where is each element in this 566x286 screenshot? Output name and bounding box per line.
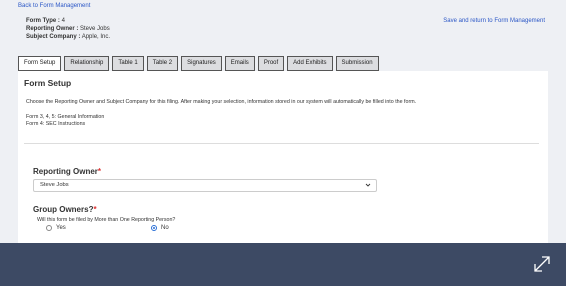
tab-submission[interactable]: Submission: [335, 56, 379, 71]
form-type-key: Form Type :: [26, 18, 60, 24]
sec-instructions-link[interactable]: Form 4: SEC Instructions: [26, 121, 104, 128]
save-and-return-link[interactable]: Save and return to Form Management: [443, 18, 545, 24]
radio-no-label: No: [161, 225, 169, 231]
subject-company-key: Subject Company :: [26, 34, 81, 40]
divider: [24, 143, 539, 144]
form-meta: Form Type : 4 Reporting Owner : Steve Jo…: [26, 17, 110, 41]
tab-signatures[interactable]: Signatures: [181, 56, 222, 71]
reporting-owner-select-value: Steve Jobs: [40, 182, 69, 188]
expand-icon[interactable]: [532, 254, 552, 274]
tab-table-1[interactable]: Table 1: [112, 56, 144, 71]
reporting-owner-label: Reporting Owner*: [33, 167, 101, 176]
chevron-down-icon: [365, 180, 371, 196]
reporting-owner-value: Steve Jobs: [80, 26, 110, 32]
back-to-form-management-link[interactable]: Back to Form Management: [18, 3, 90, 9]
subject-company-line: Subject Company : Apple, Inc.: [26, 33, 110, 41]
form-setup-panel: Form Setup Choose the Reporting Owner an…: [18, 71, 548, 246]
panel-title: Form Setup: [24, 78, 72, 88]
required-marker: *: [93, 205, 97, 214]
reporting-owner-key: Reporting Owner :: [26, 26, 79, 32]
reporting-owner-select[interactable]: Steve Jobs: [33, 179, 377, 192]
tab-emails[interactable]: Emails: [224, 56, 255, 71]
radio-no-indicator[interactable]: [151, 225, 157, 231]
form-tabs: Form Setup Relationship Table 1 Table 2 …: [18, 56, 379, 71]
radio-yes[interactable]: Yes: [46, 225, 66, 231]
required-marker: *: [97, 167, 102, 176]
reporting-owner-label-text: Reporting Owner: [33, 167, 98, 176]
radio-no[interactable]: No: [151, 225, 169, 231]
group-owners-label-text: Group Owners?: [33, 205, 94, 214]
form-type-line: Form Type : 4: [26, 17, 110, 25]
subject-company-value: Apple, Inc.: [81, 34, 111, 40]
tab-relationship[interactable]: Relationship: [64, 56, 110, 71]
reporting-owner-line: Reporting Owner : Steve Jobs: [26, 25, 110, 33]
radio-yes-label: Yes: [56, 225, 66, 231]
general-information-link[interactable]: Form 3, 4, 5: General Information: [26, 114, 104, 121]
bottom-overlay-bar: [0, 243, 566, 286]
group-owners-label: Group Owners?*: [33, 205, 97, 214]
form-info-lines: Form 3, 4, 5: General Information Form 4…: [26, 114, 104, 128]
form-type-value: 4: [61, 18, 65, 24]
tab-table-2[interactable]: Table 2: [146, 56, 179, 71]
group-owners-question: Will this form be filed by More than One…: [37, 217, 176, 223]
tab-proof[interactable]: Proof: [257, 56, 285, 71]
tab-form-setup[interactable]: Form Setup: [18, 56, 62, 71]
tab-add-exhibits[interactable]: Add Exhibits: [287, 56, 333, 71]
intro-text: Choose the Reporting Owner and Subject C…: [26, 99, 417, 105]
radio-yes-indicator[interactable]: [46, 225, 52, 231]
